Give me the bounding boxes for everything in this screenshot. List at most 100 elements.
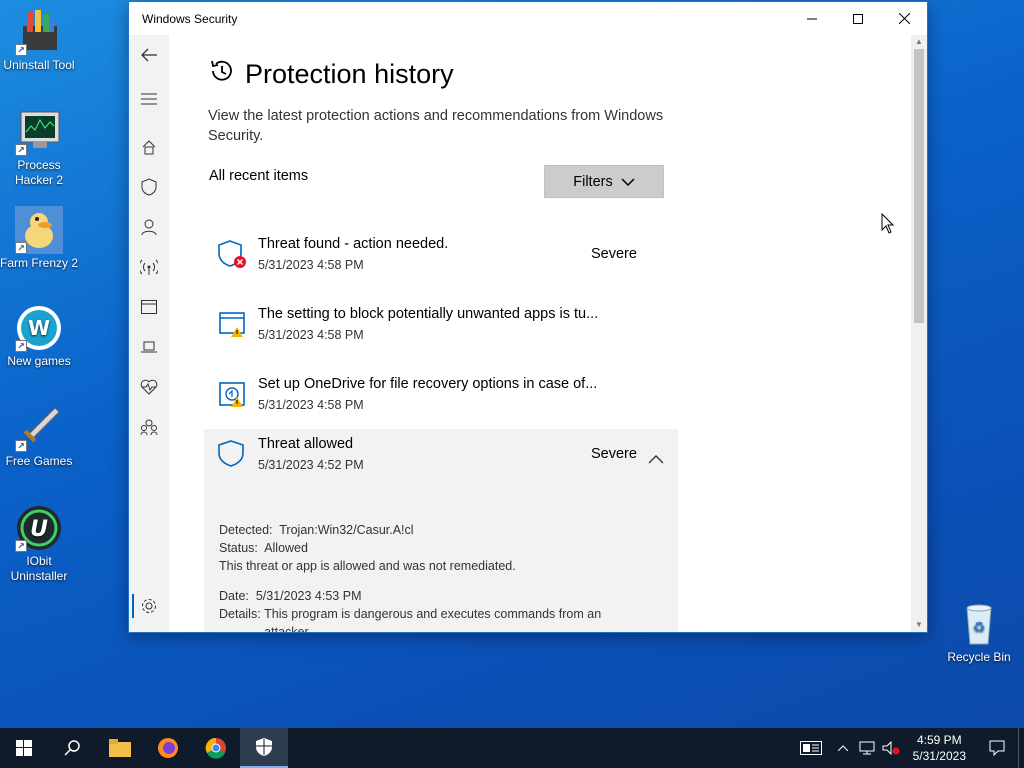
sword-icon: ↗ (15, 404, 63, 452)
history-item[interactable]: Threat found - action needed. 5/31/2023 … (204, 229, 678, 289)
desktop-icon-label: Process Hacker 2 (14, 158, 64, 187)
details-label: Details: (219, 607, 261, 621)
back-arrow-icon[interactable] (137, 43, 161, 67)
close-icon[interactable] (881, 2, 927, 35)
family-icon[interactable] (137, 415, 161, 439)
status-value: Allowed (264, 541, 308, 555)
app-browser-icon[interactable] (137, 295, 161, 319)
item-date: 5/31/2023 4:58 PM (258, 258, 364, 272)
side-nav (129, 35, 169, 632)
item-title: Threat found - action needed. (258, 236, 449, 252)
desktop-icon-label: New games (7, 354, 71, 368)
desktop-icon-label: Farm Frenzy 2 (0, 256, 79, 270)
wifi-icon[interactable] (137, 255, 161, 279)
shield-error-icon (218, 239, 248, 269)
desktop-icon-iobit[interactable]: U ↗ IObit Uninstaller (0, 504, 78, 584)
vertical-scrollbar[interactable]: ▲ ▼ (911, 35, 927, 632)
chevron-up-icon[interactable] (648, 451, 664, 469)
file-explorer-icon[interactable] (96, 728, 144, 768)
desktop-icon-label: Uninstall Tool (3, 58, 75, 72)
status-label: Status: (219, 541, 258, 555)
recycle-bin-icon: ♻ (955, 600, 1003, 648)
item-title: The setting to block potentially unwante… (258, 306, 599, 322)
history-item[interactable]: Set up OneDrive for file recovery option… (204, 369, 678, 429)
clock-date: 5/31/2023 (912, 749, 966, 763)
history-item-expanded[interactable]: Threat allowed 5/31/2023 4:52 PM Severe … (204, 429, 678, 632)
iobit-icon: U ↗ (15, 504, 63, 552)
filters-button[interactable]: Filters (544, 165, 664, 198)
scroll-thumb[interactable] (914, 49, 924, 323)
shield-icon[interactable] (137, 175, 161, 199)
detected-value: Trojan:Win32/Casur.A!cl (279, 523, 414, 537)
scroll-down-icon[interactable]: ▼ (914, 620, 924, 630)
details-value-cont: attacker. (264, 625, 312, 632)
account-icon[interactable] (137, 215, 161, 239)
heart-icon[interactable] (137, 375, 161, 399)
item-date: 5/31/2023 4:58 PM (258, 328, 364, 342)
home-icon[interactable] (137, 135, 161, 159)
nav-selection-indicator (132, 594, 134, 618)
chevron-up-icon[interactable] (831, 728, 855, 768)
item-severity: Severe (591, 446, 637, 462)
svg-text:♻: ♻ (973, 620, 986, 636)
item-date: 5/31/2023 4:58 PM (258, 398, 364, 412)
news-icon[interactable] (791, 728, 831, 768)
scroll-up-icon[interactable]: ▲ (914, 37, 924, 47)
svg-text:U: U (30, 517, 48, 542)
windows-security-window: Windows Security Protection history View… (128, 1, 928, 633)
laptop-icon[interactable] (137, 335, 161, 359)
status-note: This threat or app is allowed and was no… (219, 559, 516, 573)
network-icon[interactable] (855, 728, 879, 768)
gear-icon[interactable] (137, 594, 161, 618)
taskbar: 4:59 PM 5/31/2023 (0, 728, 1024, 768)
title-bar[interactable]: Windows Security (129, 2, 927, 35)
cursor-icon (881, 212, 895, 239)
minimize-icon[interactable] (789, 2, 835, 35)
desktop-icon-recycle-bin[interactable]: ♻ Recycle Bin (940, 600, 1018, 665)
main-content: Protection history View the latest prote… (169, 35, 913, 632)
desktop-icon-label: Recycle Bin (947, 650, 1011, 664)
notifications-icon[interactable] (976, 728, 1018, 768)
history-item[interactable]: The setting to block potentially unwante… (204, 299, 678, 359)
desktop-icon-new-games[interactable]: W ↗ New games (0, 304, 78, 369)
item-severity: Severe (591, 246, 637, 262)
page-title: Protection history (207, 57, 454, 92)
desktop-icon-label: IObit Uninstaller (10, 554, 68, 583)
details-value: This program is dangerous and executes c… (264, 607, 602, 621)
monitor-icon: ↗ (15, 108, 63, 156)
item-title: Set up OneDrive for file recovery option… (258, 376, 598, 392)
chrome-icon[interactable] (192, 728, 240, 768)
menu-icon[interactable] (137, 87, 161, 111)
svg-text:W: W (28, 316, 50, 340)
shield-icon (218, 439, 248, 469)
date-label: Date: (219, 589, 249, 603)
firefox-icon[interactable] (144, 728, 192, 768)
page-description: View the latest protection actions and r… (208, 108, 664, 144)
search-icon[interactable] (48, 728, 96, 768)
system-tray: 4:59 PM 5/31/2023 (791, 728, 1024, 768)
desktop-icon-process-hacker[interactable]: ↗ Process Hacker 2 (0, 108, 78, 188)
item-date: 5/31/2023 4:52 PM (258, 458, 364, 472)
onedrive-warning-icon (218, 379, 248, 409)
maximize-icon[interactable] (835, 2, 881, 35)
desktop-icon-free-games[interactable]: ↗ Free Games (0, 404, 78, 469)
desktop-icon-label: Free Games (5, 454, 73, 468)
w-logo-icon: W ↗ (15, 304, 63, 352)
desktop-icon-uninstall-tool[interactable]: ↗ Uninstall Tool (0, 8, 78, 73)
toolbox-icon: ↗ (15, 8, 63, 56)
volume-muted-icon[interactable] (879, 728, 903, 768)
item-title: Threat allowed (258, 436, 354, 452)
history-icon (207, 57, 235, 92)
app-warning-icon (218, 309, 248, 339)
start-button[interactable] (0, 728, 48, 768)
clock[interactable]: 4:59 PM 5/31/2023 (903, 732, 976, 764)
detected-label: Detected: (219, 523, 273, 537)
date-value: 5/31/2023 4:53 PM (255, 589, 362, 603)
show-desktop-button[interactable] (1018, 728, 1024, 768)
desktop-icon-farm-frenzy[interactable]: ↗ Farm Frenzy 2 (0, 206, 78, 271)
page-title-text: Protection history (245, 59, 454, 89)
duck-icon: ↗ (15, 206, 63, 254)
windows-security-taskbar-icon[interactable] (240, 728, 288, 768)
chevron-down-icon (621, 174, 635, 190)
clock-time: 4:59 PM (916, 733, 962, 747)
